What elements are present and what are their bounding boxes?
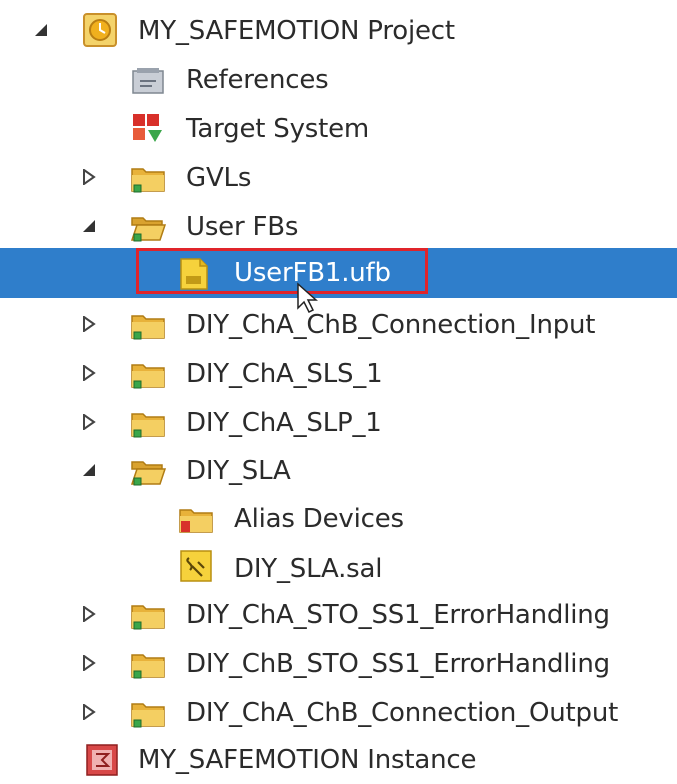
tree-item-user-fbs[interactable]: User FBs bbox=[0, 202, 677, 251]
tree-item-diy-sla-sal[interactable]: DIY_SLA.sal bbox=[0, 542, 677, 591]
folder-icon bbox=[130, 646, 166, 682]
collapsed-arrow-icon[interactable] bbox=[78, 603, 100, 625]
collapsed-arrow-icon[interactable] bbox=[78, 313, 100, 335]
tree-item-label: DIY_SLA bbox=[186, 456, 291, 486]
tree-item-label: Alias Devices bbox=[234, 504, 404, 534]
mouse-cursor-icon bbox=[296, 282, 322, 314]
collapsed-arrow-icon[interactable] bbox=[78, 362, 100, 384]
tree-item-diy-chb-sto-ss1-errorhandling[interactable]: DIY_ChB_STO_SS1_ErrorHandling bbox=[0, 639, 677, 688]
sal-file-icon bbox=[178, 548, 214, 584]
tree-item-label: User FBs bbox=[186, 212, 299, 242]
tree-item-label: DIY_ChA_ChB_Connection_Output bbox=[186, 698, 619, 728]
collapsed-arrow-icon[interactable] bbox=[78, 701, 100, 723]
folder-open-icon bbox=[130, 209, 166, 245]
tree-item-label: DIY_ChA_ChB_Connection_Input bbox=[186, 310, 596, 340]
tree-item-alias-devices[interactable]: Alias Devices bbox=[0, 494, 677, 543]
tree-item-label: DIY_ChB_STO_SS1_ErrorHandling bbox=[186, 649, 610, 679]
tree-item-label: DIY_ChA_SLS_1 bbox=[186, 359, 383, 389]
tree-item-label: DIY_SLA.sal bbox=[234, 554, 383, 584]
tree-item-label: References bbox=[186, 65, 329, 95]
folder-icon bbox=[130, 356, 166, 392]
project-icon bbox=[82, 12, 118, 48]
tree-item-diy-cha-slp-1[interactable]: DIY_ChA_SLP_1 bbox=[0, 398, 677, 447]
instance-icon bbox=[84, 742, 120, 778]
folder-icon bbox=[130, 307, 166, 343]
tree-item-references[interactable]: References bbox=[0, 55, 677, 104]
expanded-arrow-icon[interactable] bbox=[78, 459, 100, 481]
tree-item-diy-cha-sto-ss1-errorhandling[interactable]: DIY_ChA_STO_SS1_ErrorHandling bbox=[0, 590, 677, 639]
expanded-arrow-icon[interactable] bbox=[78, 215, 100, 237]
expanded-arrow-icon[interactable] bbox=[30, 19, 52, 41]
folder-open-icon bbox=[130, 453, 166, 489]
tree-item-diy-cha-sls-1[interactable]: DIY_ChA_SLS_1 bbox=[0, 349, 677, 398]
tree-item-label: DIY_ChA_SLP_1 bbox=[186, 408, 382, 438]
folder-icon bbox=[130, 597, 166, 633]
tree-item-instance[interactable]: MY_SAFEMOTION Instance bbox=[0, 735, 677, 784]
tree-item-diy-sla[interactable]: DIY_SLA bbox=[0, 446, 677, 495]
folder-icon bbox=[130, 405, 166, 441]
highlight-box bbox=[136, 248, 428, 294]
tree-item-label: GVLs bbox=[186, 163, 252, 193]
collapsed-arrow-icon[interactable] bbox=[78, 652, 100, 674]
tree-item-gvls[interactable]: GVLs bbox=[0, 153, 677, 202]
tree-item-label: MY_SAFEMOTION Instance bbox=[138, 745, 477, 775]
tree-item-label: DIY_ChA_STO_SS1_ErrorHandling bbox=[186, 600, 610, 630]
collapsed-arrow-icon[interactable] bbox=[78, 166, 100, 188]
target-system-icon bbox=[130, 111, 166, 147]
tree-item-project[interactable]: MY_SAFEMOTION Project bbox=[0, 6, 677, 55]
references-icon bbox=[130, 63, 166, 99]
folder-icon bbox=[130, 695, 166, 731]
tree-item-diy-cha-chb-connection-input[interactable]: DIY_ChA_ChB_Connection_Input bbox=[0, 300, 677, 349]
tree-item-target-system[interactable]: Target System bbox=[0, 104, 677, 153]
tree-item-label: MY_SAFEMOTION Project bbox=[138, 16, 455, 46]
tree-item-diy-cha-chb-connection-output[interactable]: DIY_ChA_ChB_Connection_Output bbox=[0, 688, 677, 737]
solution-tree: MY_SAFEMOTION Project References Target … bbox=[0, 0, 677, 783]
tree-item-label: Target System bbox=[186, 114, 370, 144]
folder-icon bbox=[130, 160, 166, 196]
collapsed-arrow-icon[interactable] bbox=[78, 411, 100, 433]
alias-devices-folder-icon bbox=[178, 501, 214, 537]
